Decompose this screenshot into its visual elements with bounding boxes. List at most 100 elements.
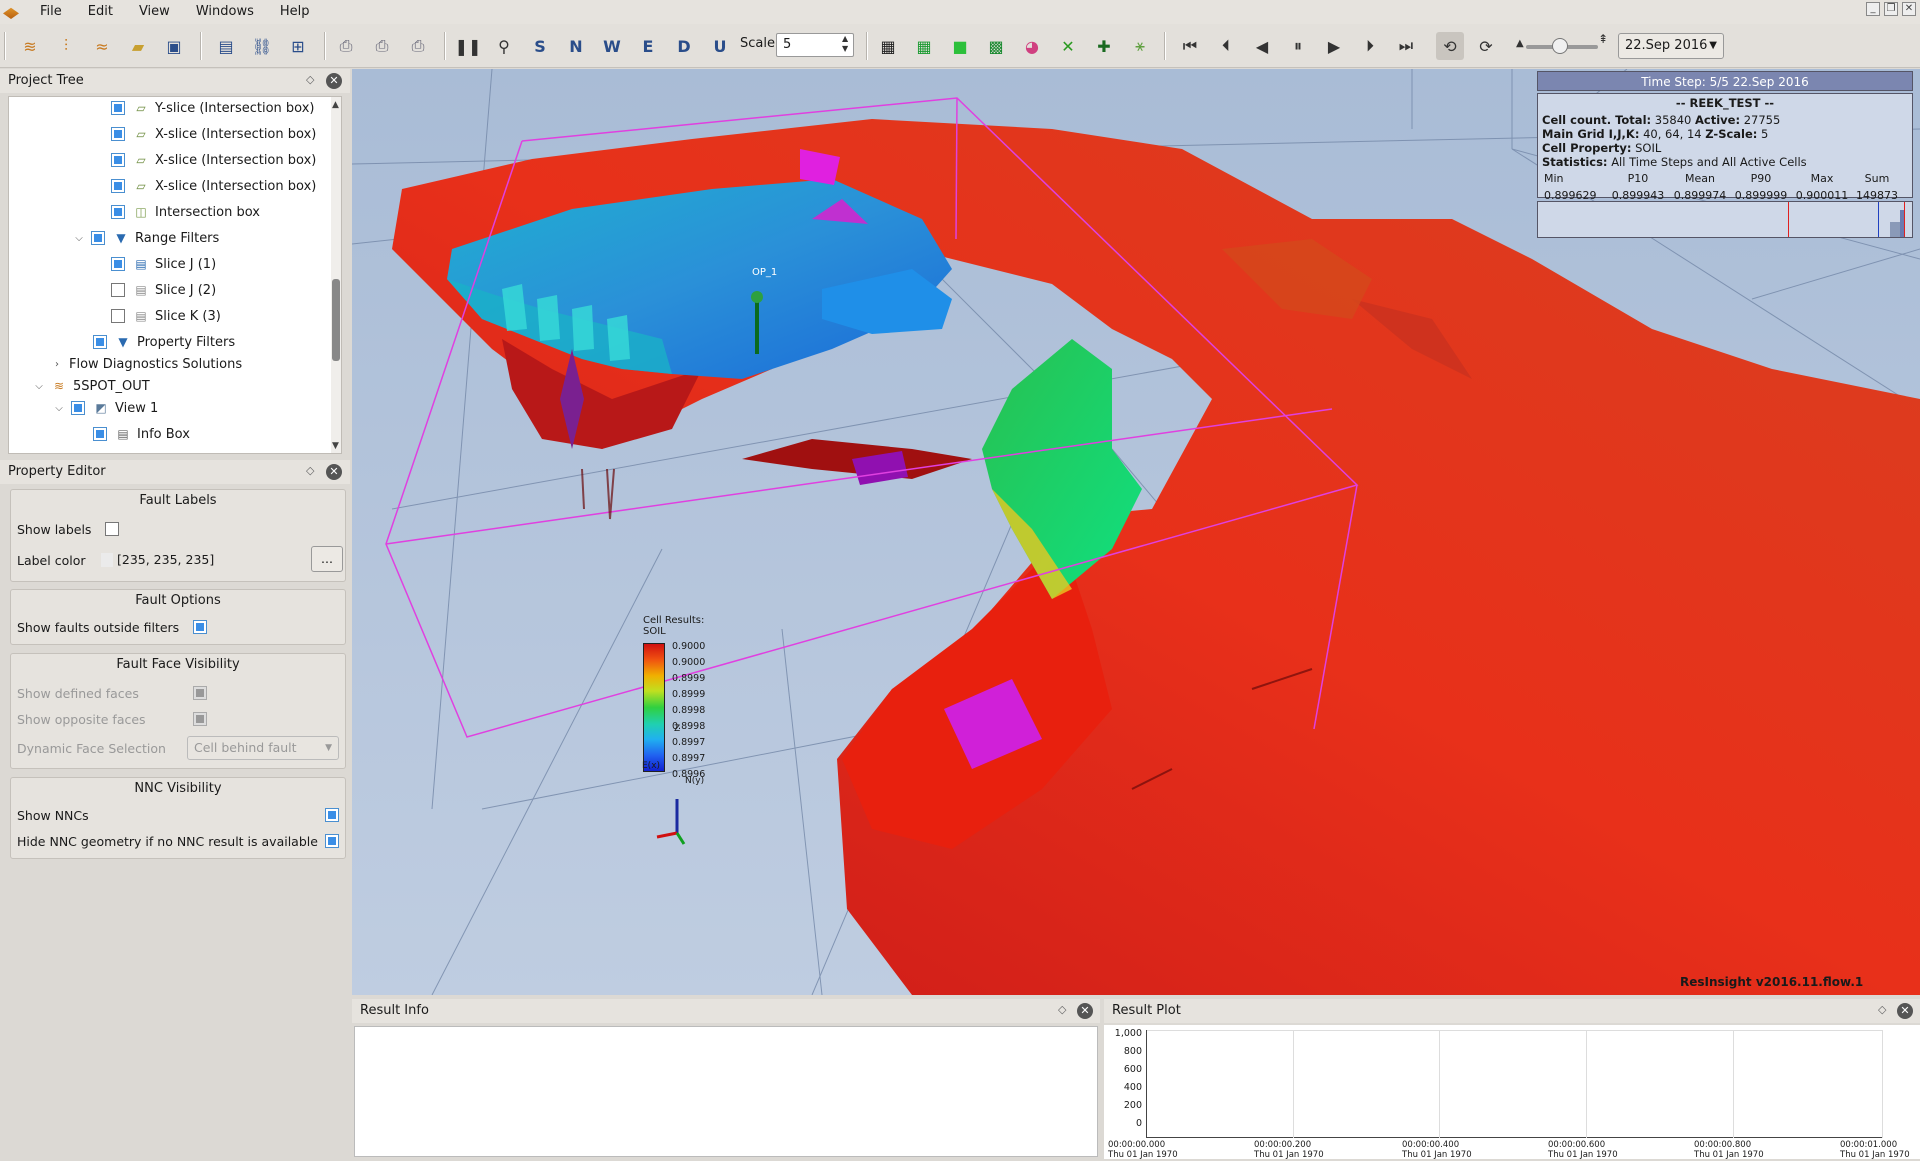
checkbox[interactable] — [71, 401, 85, 415]
hide-faults-icon[interactable]: ✕ — [1054, 32, 1082, 60]
menu-help[interactable]: Help — [267, 0, 323, 24]
hide-nnc-checkbox[interactable] — [325, 834, 339, 848]
zoom-all-icon[interactable]: ⚲ — [490, 32, 518, 60]
checkbox[interactable] — [111, 283, 125, 297]
color-legend-icon[interactable]: ◕ — [1018, 32, 1046, 60]
speed-slider-handle[interactable] — [1552, 38, 1568, 54]
checkbox[interactable] — [111, 179, 125, 193]
menu-edit[interactable]: Edit — [75, 0, 126, 24]
close-panel-icon[interactable]: ✕ — [1077, 1003, 1093, 1019]
repeat-icon[interactable]: ⟲ — [1436, 32, 1464, 60]
all-wells-icon[interactable]: ⚹ — [1126, 32, 1154, 60]
checkbox[interactable] — [111, 309, 125, 323]
tree-item-yslice[interactable]: ▱ Y-slice (Intersection box) — [111, 97, 314, 119]
tree-item-intersection-box[interactable]: ◫ Intersection box — [111, 201, 260, 223]
step-back-icon[interactable]: ⏴ — [1212, 32, 1240, 60]
view-from-west-icon[interactable]: W — [598, 32, 626, 60]
first-timestep-icon[interactable]: ⏮ — [1176, 32, 1204, 60]
timestep-dropdown[interactable]: 22.Sep 2016 ▼ — [1618, 33, 1724, 59]
import-grid-models-icon[interactable]: ≈ — [88, 32, 116, 60]
tree-item-slice-j2[interactable]: ▤ Slice J (2) — [111, 279, 216, 301]
close-window-icon[interactable]: ✕ — [1902, 2, 1916, 16]
dynamic-face-dropdown[interactable]: Cell behind fault ▼ — [187, 736, 339, 760]
checkbox[interactable] — [111, 257, 125, 271]
mesh-lines-icon[interactable]: ▦ — [874, 32, 902, 60]
float-panel-icon[interactable]: ◇ — [306, 73, 314, 86]
play-backward-icon[interactable]: ◀ — [1248, 32, 1276, 60]
tree-item-xslice[interactable]: ▱ X-slice (Intersection box) — [111, 149, 316, 171]
link-views-icon[interactable]: ⛓ — [248, 32, 276, 60]
tree-item-property-filters[interactable]: ▼ Property Filters — [93, 331, 235, 353]
scroll-up-icon[interactable]: ▲ — [332, 100, 339, 110]
pause-render-icon[interactable]: ❚❚ — [454, 32, 482, 60]
restore-icon[interactable]: ❐ — [1884, 2, 1898, 16]
spinbox-arrows-icon[interactable]: ▲ ▼ — [842, 34, 848, 54]
import-eclipse-case-icon[interactable]: ≋ — [16, 32, 44, 60]
tree-scrollbar[interactable] — [331, 97, 341, 453]
view-from-above-icon[interactable]: U — [706, 32, 734, 60]
show-opposite-faces-checkbox[interactable] — [193, 712, 207, 726]
play-icon[interactable]: ▶ — [1320, 32, 1348, 60]
import-input-case-icon[interactable]: ⫶ — [52, 32, 80, 60]
chevron-down-icon[interactable]: ⌵ — [33, 381, 45, 392]
result-info-text[interactable] — [354, 1026, 1098, 1157]
view-from-south-icon[interactable]: S — [526, 32, 554, 60]
tree-item-xslice[interactable]: ▱ X-slice (Intersection box) — [111, 123, 316, 145]
close-panel-icon[interactable]: ✕ — [326, 464, 342, 480]
checkbox[interactable] — [111, 127, 125, 141]
menu-windows[interactable]: Windows — [183, 0, 267, 24]
snapshot-all-icon[interactable]: ⎙ — [368, 32, 396, 60]
close-panel-icon[interactable]: ✕ — [1897, 1003, 1913, 1019]
tree-item-slice-j1[interactable]: ▤ Slice J (1) — [111, 253, 216, 275]
show-labels-checkbox[interactable] — [105, 522, 119, 536]
checkbox[interactable] — [111, 153, 125, 167]
show-nncs-checkbox[interactable] — [325, 808, 339, 822]
surface-only-icon[interactable]: ■ — [946, 32, 974, 60]
pause-icon[interactable]: ⏸ — [1284, 32, 1312, 60]
result-plot-canvas[interactable]: 1,000 800 600 400 200 0 00:00:00.000 Thu … — [1104, 1025, 1920, 1160]
checkbox[interactable] — [111, 101, 125, 115]
minimize-icon[interactable]: _ — [1866, 2, 1880, 16]
show-faults-outside-checkbox[interactable] — [193, 620, 207, 634]
step-forward-icon[interactable]: ⏵ — [1356, 32, 1384, 60]
open-project-icon[interactable]: ▰ — [124, 32, 152, 60]
tree-item-view1[interactable]: ⌵ ◩ View 1 — [53, 397, 158, 419]
view-from-below-icon[interactable]: D — [670, 32, 698, 60]
tree-item-flow-diagnostics[interactable]: › Flow Diagnostics Solutions — [51, 353, 242, 375]
view-from-east-icon[interactable]: E — [634, 32, 662, 60]
float-panel-icon[interactable]: ◇ — [1058, 1003, 1066, 1016]
3d-viewport[interactable]: OP_1 Cell Results: SOIL 0.9000 0.9000 0.8… — [352, 69, 1920, 995]
tree-item-5spot-out[interactable]: ⌵ ≋ 5SPOT_OUT — [33, 375, 150, 397]
fault-surfaces-icon[interactable]: ▩ — [982, 32, 1010, 60]
snapshot-to-file-icon[interactable]: ⎙ — [404, 32, 432, 60]
tree-scrollbar-handle[interactable] — [332, 279, 340, 361]
menu-file[interactable]: File — [27, 0, 75, 24]
new-plot-icon[interactable]: ▤ — [212, 32, 240, 60]
checkbox[interactable] — [91, 231, 105, 245]
well-pipes-icon[interactable]: ✚ — [1090, 32, 1118, 60]
chevron-down-icon[interactable]: ⌵ — [53, 403, 65, 414]
chevron-right-icon[interactable]: › — [51, 359, 63, 370]
color-swatch[interactable] — [101, 553, 113, 567]
checkbox[interactable] — [93, 335, 107, 349]
save-project-icon[interactable]: ▣ — [160, 32, 188, 60]
faults-mesh-icon[interactable]: ▦ — [910, 32, 938, 60]
tree-item-range-filters[interactable]: ⌵ ▼ Range Filters — [73, 227, 219, 249]
tree-item-info-box[interactable]: ▤ Info Box — [93, 423, 190, 445]
close-panel-icon[interactable]: ✕ — [326, 73, 342, 89]
menu-view[interactable]: View — [126, 0, 183, 24]
float-panel-icon[interactable]: ◇ — [1878, 1003, 1886, 1016]
loop-icon[interactable]: ⟳ — [1472, 32, 1500, 60]
checkbox[interactable] — [93, 427, 107, 441]
layout-icon[interactable]: ⊞ — [284, 32, 312, 60]
pick-color-button[interactable]: ... — [311, 546, 343, 572]
view-from-north-icon[interactable]: N — [562, 32, 590, 60]
tree-item-slice-k3[interactable]: ▤ Slice K (3) — [111, 305, 221, 327]
show-defined-faces-checkbox[interactable] — [193, 686, 207, 700]
float-panel-icon[interactable]: ◇ — [306, 464, 314, 477]
checkbox[interactable] — [111, 205, 125, 219]
chevron-down-icon[interactable]: ⌵ — [73, 233, 85, 244]
snapshot-icon[interactable]: ⎙ — [332, 32, 360, 60]
last-timestep-icon[interactable]: ⏭ — [1392, 32, 1420, 60]
tree-item-xslice[interactable]: ▱ X-slice (Intersection box) — [111, 175, 316, 197]
